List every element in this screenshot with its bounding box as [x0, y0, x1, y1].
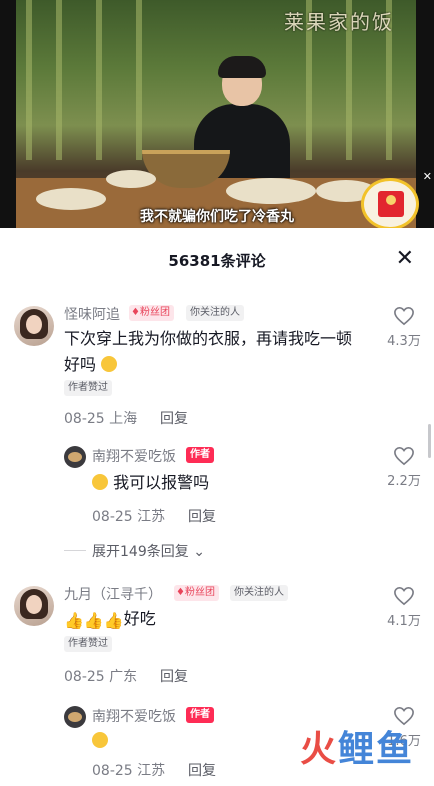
close-video-icon[interactable]: ✕ [423, 170, 432, 183]
reply-button[interactable]: 回复 [188, 506, 216, 526]
reply-meta: 08-25 江苏 [92, 760, 165, 780]
following-badge: 你关注的人 [230, 585, 288, 601]
reply-text [92, 728, 108, 754]
comment-location: 上海 [109, 411, 138, 427]
comment-date: 08-25 [64, 411, 105, 427]
thumbs-up-icon: 👍 [64, 611, 84, 630]
reply-text-content: 我可以报警吗 [113, 473, 210, 492]
chevron-down-icon: ⌄ [193, 544, 205, 560]
pleading-emoji-icon [92, 474, 108, 490]
site-logo-watermark: 火鲤鱼 [300, 720, 414, 772]
like-count: 4.1万 [387, 614, 421, 629]
comment-meta: 08-25 广东 [64, 666, 137, 686]
heart-badge-icon: ♦ [131, 307, 140, 318]
flushed-emoji-icon [92, 732, 108, 748]
like-button[interactable]: 4.1万 [384, 586, 424, 629]
comment-location: 广东 [109, 669, 138, 685]
comment-sheet-header: 56381条评论 ✕ [0, 228, 434, 292]
logo-part-2: 鲤鱼 [337, 729, 414, 770]
reply-username[interactable]: 南翔不爱吃饭 [92, 706, 176, 726]
red-packet-button[interactable] [361, 178, 419, 228]
comment-date: 08-25 [64, 669, 105, 685]
scrollbar[interactable] [428, 424, 431, 458]
expand-replies-button[interactable]: 展开149条回复 ⌄ [92, 541, 205, 561]
video-watermark: 莱果家的饭 [284, 10, 394, 34]
following-badge: 你关注的人 [186, 305, 244, 321]
author-liked-badge: 作者赞过 [64, 380, 112, 396]
reply-button[interactable]: 回复 [160, 408, 188, 428]
thumbs-up-icon: 👍 [83, 611, 104, 630]
reply-avatar[interactable] [64, 706, 86, 728]
avatar[interactable] [14, 586, 54, 626]
heart-icon [394, 586, 414, 606]
logo-part-1: 火 [299, 729, 338, 770]
fan-club-badge: ♦粉丝团 [174, 585, 219, 601]
comment-username[interactable]: 九月（江寻千） [64, 584, 162, 604]
comment-count-title: 56381条评论 [168, 252, 266, 270]
video-player[interactable]: 莱果家的饭 我不就骗你们吃了冷香丸 ✕ [0, 0, 434, 228]
comment-username[interactable]: 怪味阿追 [64, 304, 120, 324]
author-liked-badge: 作者赞过 [64, 636, 112, 652]
reply-location: 江苏 [137, 763, 166, 779]
reply-date: 08-25 [92, 763, 133, 779]
comment-text: 👍👍👍好吃 [64, 606, 156, 634]
expand-divider [64, 550, 86, 551]
author-badge: 作者 [186, 447, 214, 463]
heart-icon [394, 306, 414, 326]
reply-text: 我可以报警吗 [92, 470, 209, 496]
reply-date: 08-25 [92, 509, 133, 525]
like-count: 2.2万 [387, 474, 421, 489]
comment-text: 下次穿上我为你做的衣服，再请我吃一顿好吗 [64, 326, 364, 378]
comment-text-content: 好吃 [123, 609, 156, 628]
comment-meta: 08-25 上海 [64, 408, 137, 428]
reply-button[interactable]: 回复 [188, 760, 216, 780]
heart-badge-icon: ♦ [176, 587, 185, 598]
reply-avatar[interactable] [64, 446, 86, 468]
reply-location: 江苏 [137, 509, 166, 525]
fan-club-badge-label: 粉丝团 [184, 587, 215, 598]
doge-emoji-icon [101, 356, 118, 372]
reply-username[interactable]: 南翔不爱吃饭 [92, 446, 176, 466]
heart-icon [394, 446, 414, 466]
reply-button[interactable]: 回复 [160, 666, 188, 686]
like-count: 4.3万 [387, 334, 421, 349]
fan-club-badge-label: 粉丝团 [139, 307, 170, 318]
thumbs-up-icon: 👍 [103, 611, 124, 630]
expand-replies-label: 展开149条回复 [92, 544, 189, 560]
like-button[interactable]: 4.3万 [384, 306, 424, 349]
comment-sheet: 56381条评论 ✕ 怪味阿追 ♦粉丝团 你关注的人 下次穿上我为你做的衣服，再… [0, 228, 434, 786]
close-icon[interactable]: ✕ [396, 246, 414, 272]
fan-club-badge: ♦粉丝团 [129, 305, 174, 321]
reply-meta: 08-25 江苏 [92, 506, 165, 526]
like-button[interactable]: 2.2万 [384, 446, 424, 489]
avatar[interactable] [14, 306, 54, 346]
author-badge: 作者 [186, 707, 214, 723]
